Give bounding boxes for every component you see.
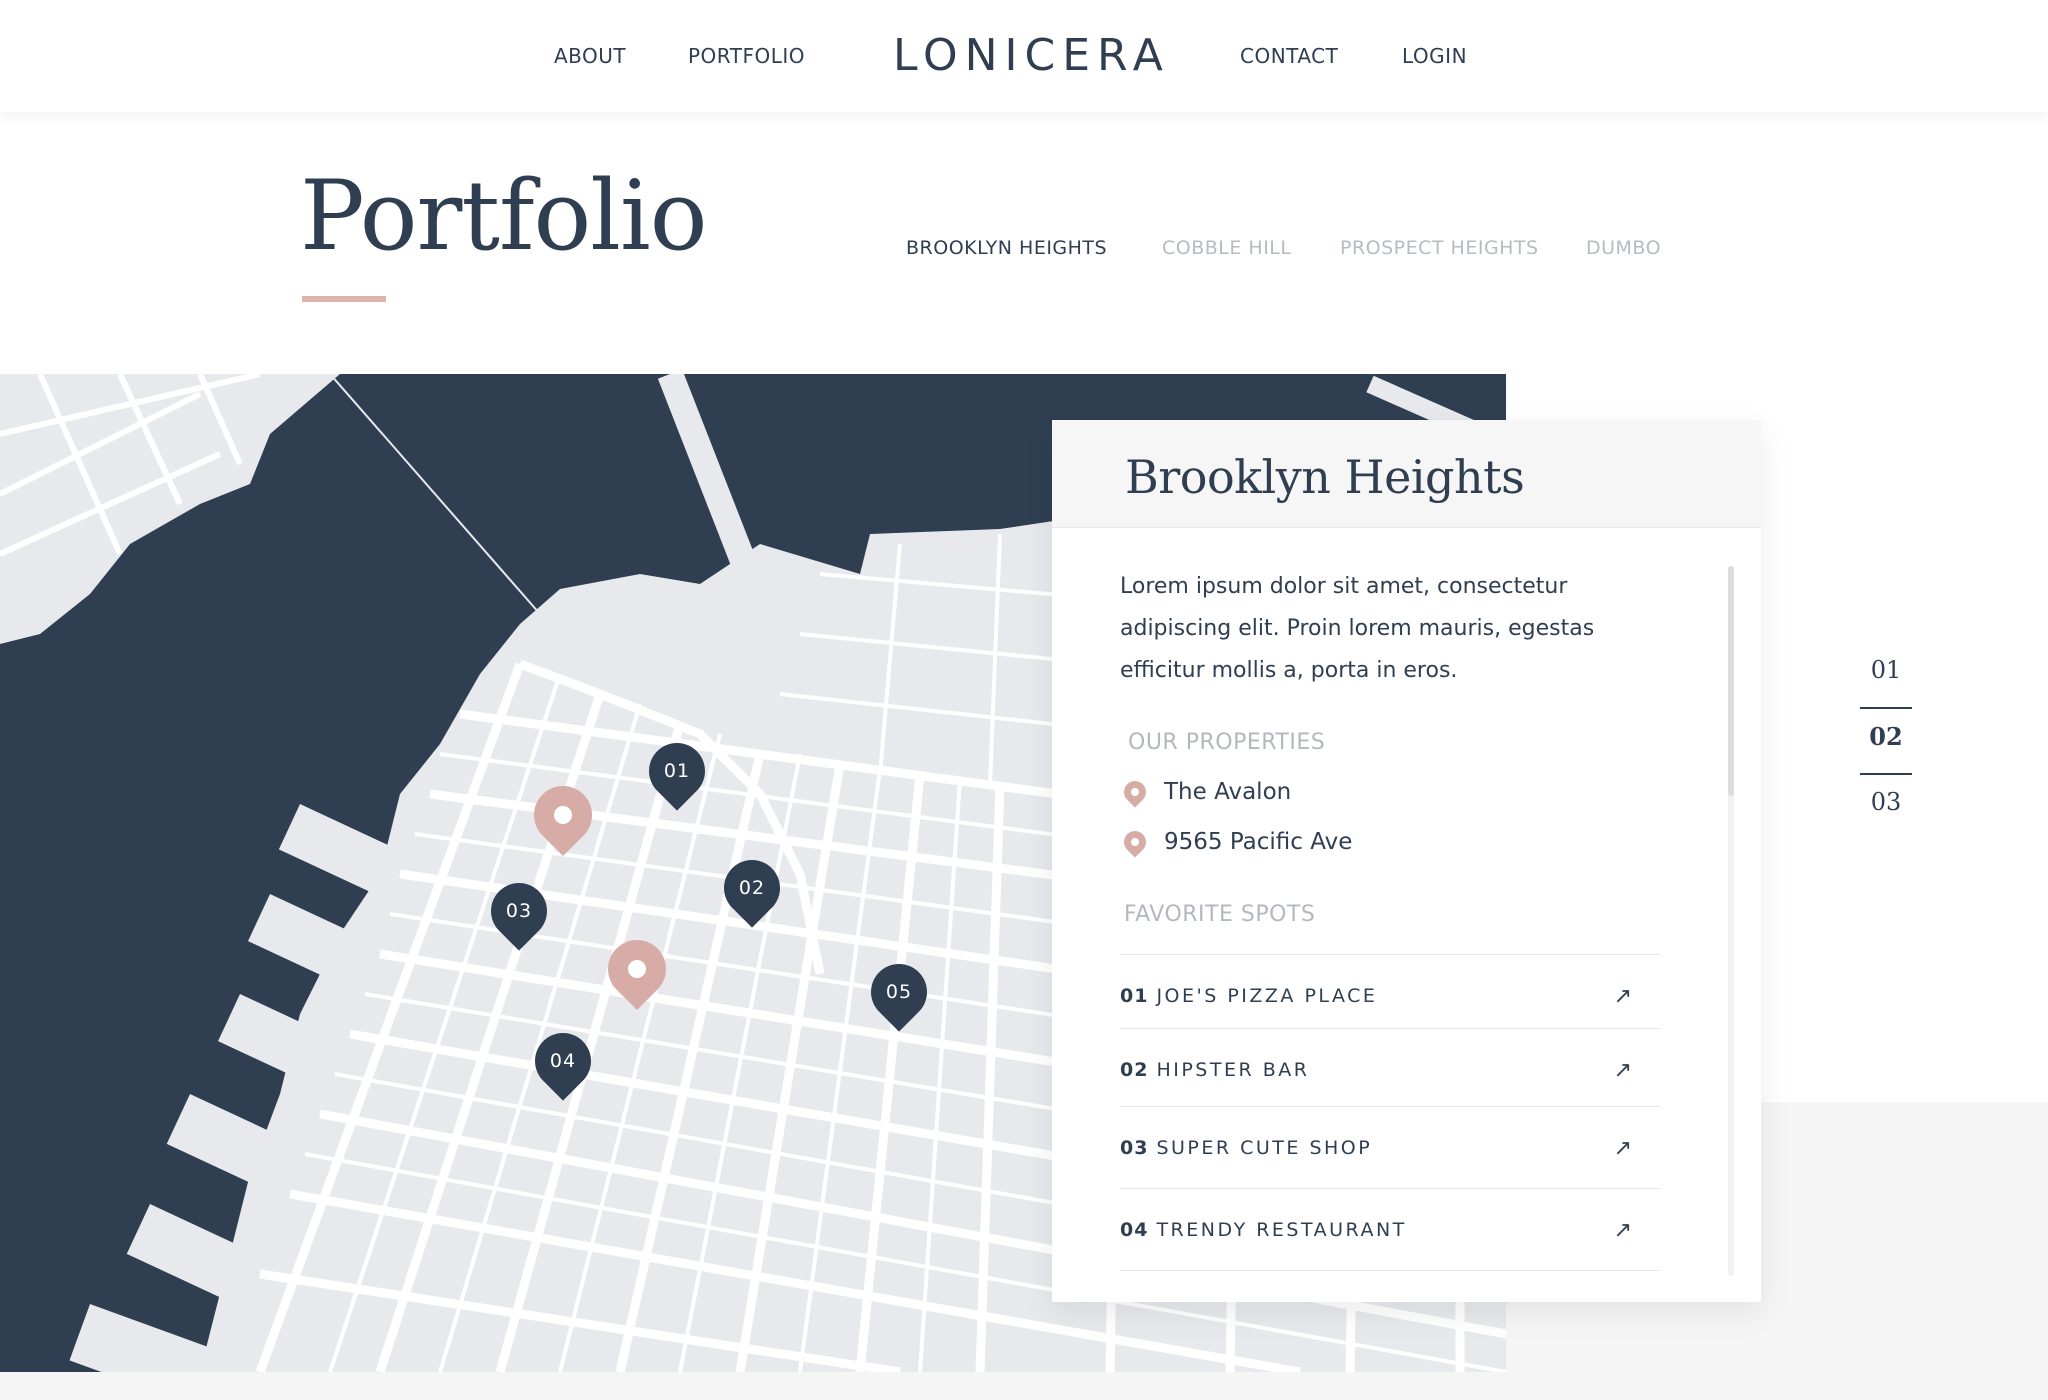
spot-number: 02 xyxy=(1120,1058,1149,1081)
pager-item-02[interactable]: 02 xyxy=(1860,722,1912,751)
nav-login[interactable]: LOGIN xyxy=(1402,44,1467,68)
arrow-up-right-icon: ↗ xyxy=(1613,1134,1632,1160)
arrow-up-right-icon: ↗ xyxy=(1613,1216,1632,1242)
spot-name: TRENDY RESTAURANT xyxy=(1156,1218,1407,1241)
properties-label: OUR PROPERTIES xyxy=(1128,730,1326,755)
spot-number: 01 xyxy=(1120,984,1149,1007)
spot-item[interactable]: 04 TRENDY RESTAURANT ↗ xyxy=(1120,1188,1660,1270)
tab-cobble-hill[interactable]: COBBLE HILL xyxy=(1162,237,1291,259)
property-name: 9565 Pacific Ave xyxy=(1164,829,1353,855)
nav-about[interactable]: ABOUT xyxy=(554,44,626,68)
nav-contact[interactable]: CONTACT xyxy=(1240,44,1338,68)
title-underline xyxy=(302,296,386,302)
spot-name: JOE'S PIZZA PLACE xyxy=(1156,984,1378,1007)
site-logo[interactable]: LONICERA xyxy=(893,30,1170,81)
page-title: Portfolio xyxy=(300,160,707,272)
spot-item[interactable]: 03 SUPER CUTE SHOP ↗ xyxy=(1120,1106,1660,1188)
arrow-up-right-icon: ↗ xyxy=(1613,1056,1632,1082)
pager-item-03[interactable]: 03 xyxy=(1860,788,1912,816)
property-item[interactable]: 9565 Pacific Ave xyxy=(1119,824,1353,860)
pager-divider xyxy=(1860,707,1912,709)
tab-dumbo[interactable]: DUMBO xyxy=(1586,237,1661,259)
favorite-spots-label: FAVORITE SPOTS xyxy=(1124,902,1316,927)
card-description: Lorem ipsum dolor sit amet, consectetur … xyxy=(1120,574,1595,683)
location-pin-icon xyxy=(1119,776,1151,808)
tab-brooklyn-heights[interactable]: BROOKLYN HEIGHTS xyxy=(906,237,1107,259)
spot-item[interactable]: 02 HIPSTER BAR ↗ xyxy=(1120,1028,1660,1110)
tab-prospect-heights[interactable]: PROSPECT HEIGHTS xyxy=(1340,237,1539,259)
spot-number: 03 xyxy=(1120,1136,1149,1159)
site-header: ABOUT PORTFOLIO LONICERA CONTACT LOGIN xyxy=(0,0,2048,112)
pager-item-01[interactable]: 01 xyxy=(1860,656,1912,684)
spot-name: SUPER CUTE SHOP xyxy=(1156,1136,1373,1159)
card-header: Brooklyn Heights xyxy=(1052,420,1761,528)
divider xyxy=(1120,1270,1660,1271)
neighborhood-card: Brooklyn Heights Lorem ipsum dolor sit a… xyxy=(1052,420,1761,1302)
spot-item[interactable]: 01 JOE'S PIZZA PLACE ↗ xyxy=(1120,954,1660,1036)
property-name: The Avalon xyxy=(1164,779,1292,805)
property-item[interactable]: The Avalon xyxy=(1119,774,1292,810)
card-title: Brooklyn Heights xyxy=(1125,450,1525,504)
scrollbar-thumb[interactable] xyxy=(1728,566,1734,796)
nav-portfolio[interactable]: PORTFOLIO xyxy=(688,44,805,68)
arrow-up-right-icon: ↗ xyxy=(1613,982,1632,1008)
location-pin-icon xyxy=(1119,826,1151,858)
spot-number: 04 xyxy=(1120,1218,1149,1241)
spot-name: HIPSTER BAR xyxy=(1156,1058,1310,1081)
pager-divider xyxy=(1860,773,1912,775)
